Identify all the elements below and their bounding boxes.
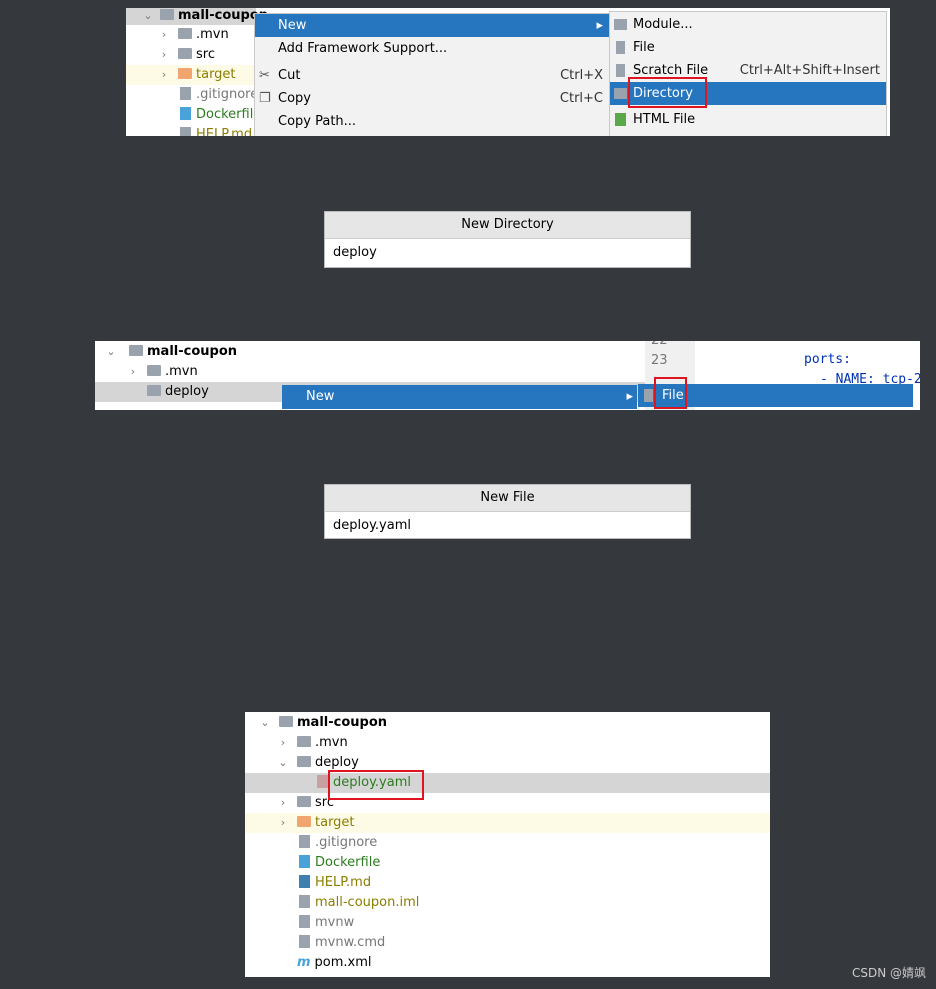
iml-file-icon bbox=[299, 895, 310, 908]
tree-item-iml[interactable]: mall-coupon.iml bbox=[299, 893, 419, 913]
tree-item-dockerfile[interactable]: Dockerfile bbox=[180, 105, 261, 125]
tree-item-target[interactable]: target bbox=[297, 813, 355, 833]
directory-name-input[interactable]: deploy bbox=[325, 239, 690, 266]
highlight-box bbox=[628, 77, 707, 108]
submenu-item-html-file[interactable]: HTML File bbox=[610, 108, 886, 131]
tree-item-mvnw-cmd[interactable]: mvnw.cmd bbox=[299, 933, 385, 953]
tree-item-help[interactable]: HELP.md bbox=[180, 125, 252, 136]
maven-icon: m bbox=[297, 955, 311, 970]
new-directory-dialog: New Directory deploy bbox=[324, 211, 691, 268]
menu-item-copy-path[interactable]: Copy Path... bbox=[255, 110, 609, 133]
tree-item-mvn[interactable]: .mvn bbox=[297, 733, 348, 753]
markdown-file-icon bbox=[180, 127, 191, 136]
file-icon bbox=[616, 41, 625, 54]
html-file-icon bbox=[615, 113, 626, 126]
context-menu: New ▸ bbox=[282, 385, 637, 409]
dialog-title: New Directory bbox=[325, 212, 690, 239]
context-menu: New ▸ Add Framework Support... ✂ Cut Ctrl+X… bbox=[254, 13, 610, 136]
tree-item-mvn[interactable]: .mvn bbox=[147, 362, 198, 382]
dialog-title: New File bbox=[325, 485, 690, 512]
submenu-item-module[interactable]: Module... bbox=[610, 13, 886, 36]
menu-item-copy[interactable]: ❐ Copy Ctrl+C bbox=[255, 87, 609, 110]
tree-item-mvn[interactable]: .mvn bbox=[178, 25, 229, 45]
file-name-input[interactable]: deploy.yaml bbox=[325, 512, 690, 539]
module-folder-icon bbox=[160, 9, 174, 20]
highlight-box bbox=[328, 770, 424, 800]
folder-icon bbox=[178, 48, 192, 59]
script-file-icon bbox=[299, 915, 310, 928]
scissors-icon: ✂ bbox=[259, 68, 270, 83]
tree-item-mall-coupon[interactable]: mall-coupon bbox=[279, 713, 387, 733]
tree-item-pom[interactable]: m pom.xml bbox=[297, 953, 372, 973]
line-number: 23 bbox=[651, 353, 668, 368]
new-file-dialog: New File deploy.yaml bbox=[324, 484, 691, 539]
submenu-arrow-icon: ▸ bbox=[596, 18, 603, 33]
line-number: 22 bbox=[651, 341, 668, 351]
folder-icon bbox=[297, 756, 311, 767]
docker-file-icon bbox=[299, 855, 310, 868]
cmd-file-icon bbox=[299, 935, 310, 948]
folder-icon bbox=[297, 736, 311, 747]
code-line: ports: bbox=[804, 352, 851, 367]
gitignore-file-icon bbox=[299, 835, 310, 848]
markdown-file-icon bbox=[299, 875, 310, 888]
tree-item-dockerfile[interactable]: Dockerfile bbox=[299, 853, 380, 873]
module-folder-icon bbox=[129, 345, 143, 356]
highlight-box bbox=[654, 377, 687, 409]
tree-item-target[interactable]: target bbox=[178, 65, 236, 85]
docker-file-icon bbox=[180, 107, 191, 120]
tree-item-src[interactable]: src bbox=[178, 45, 215, 65]
submenu-arrow-icon: ▸ bbox=[626, 389, 633, 404]
tree-item-gitignore[interactable]: .gitignore bbox=[299, 833, 377, 853]
module-folder-icon bbox=[279, 716, 293, 727]
new-submenu: Module... File Scratch File Ctrl+Alt+Shif… bbox=[609, 11, 887, 136]
yaml-file-icon bbox=[317, 775, 328, 788]
folder-icon bbox=[297, 816, 311, 827]
menu-item-cut[interactable]: ✂ Cut Ctrl+X bbox=[255, 64, 609, 87]
module-icon bbox=[614, 19, 627, 30]
folder-icon bbox=[614, 88, 627, 99]
tree-item-deploy[interactable]: deploy bbox=[147, 382, 209, 402]
step5-panel: ⌄ mall-coupon › .mvn ⌄ deploy deploy.yam… bbox=[245, 712, 770, 977]
folder-icon bbox=[178, 28, 192, 39]
scratch-file-icon bbox=[616, 64, 625, 77]
folder-icon bbox=[178, 68, 192, 79]
folder-icon bbox=[147, 365, 161, 376]
folder-icon bbox=[147, 385, 161, 396]
tree-item-gitignore[interactable]: .gitignore bbox=[180, 85, 258, 105]
submenu-item-file[interactable]: File bbox=[610, 36, 886, 59]
step3-panel: ⌄ mall-coupon › .mvn deploy 22 23 ports:… bbox=[95, 341, 920, 410]
step1-panel: ⌄ mall-coupon › .mvn › src › target .git… bbox=[126, 8, 890, 136]
menu-item-new[interactable]: New bbox=[282, 389, 334, 404]
tree-item-mvnw[interactable]: mvnw bbox=[299, 913, 354, 933]
menu-item-add-framework[interactable]: Add Framework Support... bbox=[255, 37, 609, 60]
file-icon bbox=[644, 389, 653, 402]
tree-item-mall-coupon[interactable]: mall-coupon bbox=[129, 342, 237, 362]
menu-item-new[interactable]: New ▸ bbox=[255, 14, 609, 37]
gitignore-file-icon bbox=[180, 87, 191, 100]
folder-icon bbox=[297, 796, 311, 807]
watermark: CSDN @婧飒 bbox=[852, 966, 927, 980]
tree-item-mall-coupon[interactable]: mall-coupon bbox=[160, 8, 268, 26]
tree-item-help[interactable]: HELP.md bbox=[299, 873, 371, 893]
copy-icon: ❐ bbox=[259, 91, 271, 106]
